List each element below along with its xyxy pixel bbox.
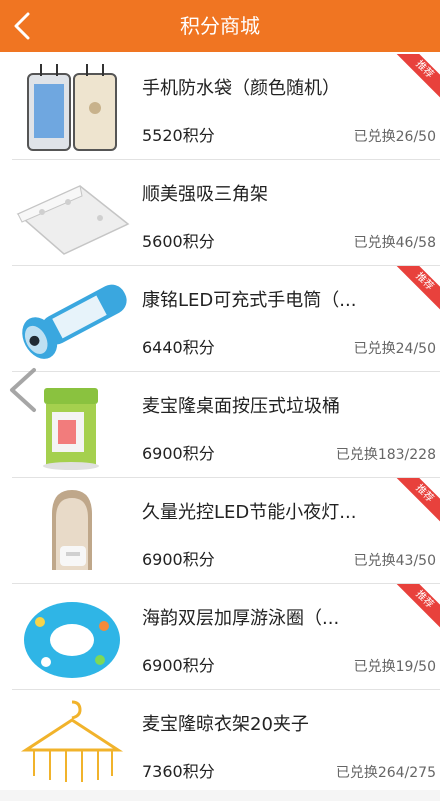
clothes-hanger-image	[20, 700, 124, 782]
swim-ring-image	[24, 602, 120, 678]
item-redeemed-count: 已兑换183/228	[335, 447, 436, 463]
item-points: 6440积分	[142, 338, 215, 357]
item-redeemed-count: 已兑换24/50	[353, 341, 436, 357]
recommend-badge: 推荐	[396, 584, 440, 628]
item-name: 海韵双层加厚游泳圈（...	[142, 608, 340, 629]
item-name: 手机防水袋（颜色随机）	[142, 78, 340, 99]
list-item[interactable]: 久量光控LED节能小夜灯... 6900积分 已兑换43/50 推荐	[0, 478, 440, 584]
item-points: 5520积分	[142, 126, 215, 145]
flashlight-image	[22, 284, 127, 359]
list-item[interactable]: 顺美强吸三角架 5600积分 已兑换46/58	[0, 160, 440, 266]
item-points: 6900积分	[142, 656, 215, 675]
item-name: 康铭LED可充式手电筒（...	[142, 290, 357, 311]
item-redeemed-count: 已兑换19/50	[353, 659, 436, 675]
recommend-badge: 推荐	[396, 54, 440, 98]
item-points: 7360积分	[142, 762, 215, 781]
list-item[interactable]: 麦宝隆桌面按压式垃圾桶 6900积分 已兑换183/228	[0, 372, 440, 478]
app-header: 积分商城	[0, 0, 440, 52]
recommend-badge: 推荐	[396, 266, 440, 310]
page-title: 积分商城	[180, 14, 260, 38]
chevron-left-icon	[10, 368, 36, 412]
item-name: 麦宝隆桌面按压式垃圾桶	[142, 396, 340, 417]
phone-pouch-image	[27, 64, 117, 151]
list-item[interactable]: 海韵双层加厚游泳圈（... 6900积分 已兑换19/50 推荐	[0, 584, 440, 690]
list-item[interactable]: 康铭LED可充式手电筒（... 6440积分 已兑换24/50 推荐	[0, 266, 440, 372]
item-points: 6900积分	[142, 550, 215, 569]
item-points: 6900积分	[142, 444, 215, 463]
item-redeemed-count: 已兑换46/58	[353, 235, 436, 251]
item-points: 5600积分	[142, 232, 215, 251]
corner-shelf-image	[16, 185, 130, 255]
list-item[interactable]: 手机防水袋（颜色随机） 5520积分 已兑换26/50 推荐	[0, 54, 440, 160]
swipe-back-handle[interactable]	[4, 366, 44, 414]
item-redeemed-count: 已兑换26/50	[353, 129, 436, 145]
recommend-badge: 推荐	[396, 478, 440, 522]
item-name: 顺美强吸三角架	[142, 184, 268, 205]
item-name: 久量光控LED节能小夜灯...	[142, 502, 357, 523]
item-redeemed-count: 已兑换43/50	[353, 553, 436, 569]
list-item[interactable]: 麦宝隆晾衣架20夹子 7360积分 已兑换264/275	[0, 690, 440, 796]
item-redeemed-count: 已兑换264/275	[335, 765, 436, 781]
item-name: 麦宝隆晾衣架20夹子	[142, 714, 309, 735]
night-light-image	[52, 490, 92, 570]
bottom-strip	[0, 790, 440, 801]
